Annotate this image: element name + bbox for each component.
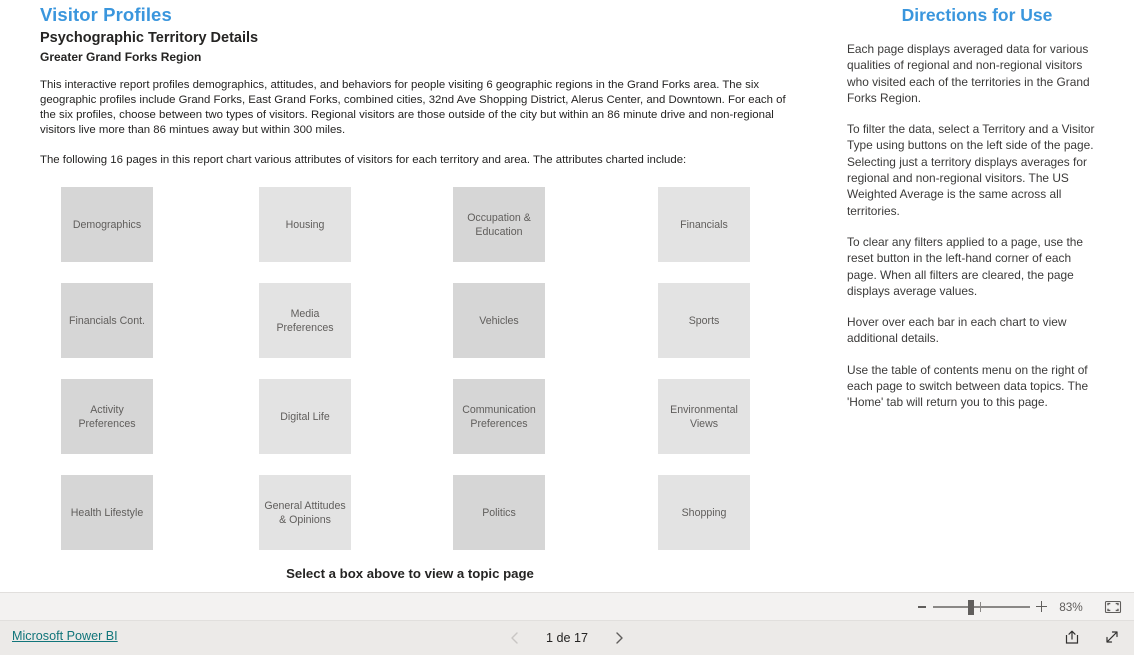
zoom-slider-thumb[interactable] xyxy=(968,599,974,615)
fit-to-page-icon[interactable] xyxy=(1100,596,1126,618)
footer-actions xyxy=(1062,621,1124,655)
topic-tile-row: Demographics Housing Occupation & Education… xyxy=(61,187,751,283)
topic-tile-label: Housing xyxy=(285,218,325,231)
topic-tile-label: Vehicles xyxy=(479,314,519,327)
topic-tile-label: Environmental Views xyxy=(670,403,738,430)
topic-tile-row: Financials Cont. Media Preferences Vehicles… xyxy=(61,283,751,379)
zoom-controls: 83% xyxy=(913,593,1126,621)
topic-tile-demographics[interactable]: Demographics xyxy=(61,187,153,262)
topic-tile-financials-cont[interactable]: Financials Cont. xyxy=(61,283,153,358)
topic-tile-environmental-views[interactable]: Environmental Views xyxy=(658,379,750,454)
directions-paragraph-5: Use the table of contents menu on the ri… xyxy=(847,362,1089,410)
topic-tile-label: Sports xyxy=(688,314,720,327)
topic-tile-label: Shopping xyxy=(681,506,727,519)
topic-tile-politics[interactable]: Politics xyxy=(453,475,545,550)
topic-tile-health-lifestyle[interactable]: Health Lifestyle xyxy=(61,475,153,550)
page-indicator: 1 de 17 xyxy=(545,631,589,645)
zoom-slider[interactable] xyxy=(933,595,1030,619)
topic-tile-label: Digital Life xyxy=(280,410,330,423)
page-subtitle: Psychographic Territory Details xyxy=(40,30,259,46)
topic-tile-label: Communication Preferences xyxy=(462,403,536,430)
directions-body: Each page displays averaged data for var… xyxy=(847,41,1099,411)
topic-tile-label: Financials Cont. xyxy=(69,314,145,327)
zoom-slider-track xyxy=(933,606,1030,608)
select-a-box-hint: Select a box above to view a topic page xyxy=(286,566,534,581)
topic-tile-label: Politics xyxy=(482,506,516,519)
intro-paragraph-1: This interactive report profiles demogra… xyxy=(40,79,786,137)
plus-icon[interactable] xyxy=(1032,595,1050,619)
topic-tile-grid: Demographics Housing Occupation & Education… xyxy=(61,187,751,571)
report-footer: Microsoft Power BI 1 de 17 xyxy=(0,621,1134,655)
minus-icon[interactable] xyxy=(913,595,931,619)
topic-tile-vehicles[interactable]: Vehicles xyxy=(453,283,545,358)
topic-tile-digital-life[interactable]: Digital Life xyxy=(259,379,351,454)
topic-tile-label: Demographics xyxy=(72,218,142,231)
topic-tile-label: Health Lifestyle xyxy=(70,506,144,519)
intro-paragraph-2: The following 16 pages in this report ch… xyxy=(40,154,687,167)
directions-paragraph-1: Each page displays averaged data for var… xyxy=(847,42,1090,105)
topic-tile-shopping[interactable]: Shopping xyxy=(658,475,750,550)
directions-paragraph-2: To filter the data, select a Territory a… xyxy=(847,122,1095,218)
report-main-column: Visitor Profiles Psychographic Territory… xyxy=(0,0,820,592)
directions-title: Directions for Use xyxy=(901,5,1053,25)
topic-tile-label: Activity Preferences xyxy=(78,403,136,430)
topic-tile-housing[interactable]: Housing xyxy=(259,187,351,262)
directions-paragraph-3: To clear any filters applied to a page, … xyxy=(847,234,1083,298)
topic-tile-activity-preferences[interactable]: Activity Preferences xyxy=(61,379,153,454)
topic-tile-communication-preferences[interactable]: Communication Preferences xyxy=(453,379,545,454)
topic-tile-label: General Attitudes & Opinions xyxy=(264,499,346,526)
topic-tile-media-preferences[interactable]: Media Preferences xyxy=(259,283,351,358)
topic-tile-general-attitudes-opinions[interactable]: General Attitudes & Opinions xyxy=(259,475,351,550)
page-title: Visitor Profiles xyxy=(40,4,172,25)
report-canvas: Visitor Profiles Psychographic Territory… xyxy=(0,0,1134,592)
topic-tile-row: Health Lifestyle General Attitudes & Opini… xyxy=(61,475,751,571)
chevron-left-icon[interactable] xyxy=(507,627,523,649)
power-bi-report-viewer: Visitor Profiles Psychographic Territory… xyxy=(0,0,1134,655)
page-navigation: 1 de 17 xyxy=(0,621,1134,655)
topic-tile-row: Activity Preferences Digital Life Communica… xyxy=(61,379,751,475)
topic-tile-label: Occupation & Education xyxy=(467,211,531,238)
directions-panel: Directions for Use Each page displays av… xyxy=(820,0,1134,592)
zoom-status-bar: 83% xyxy=(0,592,1134,621)
directions-paragraph-4: Hover over each bar in each chart to vie… xyxy=(847,315,1067,346)
topic-tile-sports[interactable]: Sports xyxy=(658,283,750,358)
topic-tile-label: Financials xyxy=(680,218,728,231)
page-region-label: Greater Grand Forks Region xyxy=(40,50,202,64)
chevron-right-icon[interactable] xyxy=(611,627,627,649)
topic-tile-occupation-education[interactable]: Occupation & Education xyxy=(453,187,545,262)
microsoft-power-bi-link[interactable]: Microsoft Power BI xyxy=(12,629,118,643)
topic-tile-label: Media Preferences xyxy=(276,307,334,334)
intro-text-block: This interactive report profiles demogra… xyxy=(40,78,795,168)
zoom-slider-notch xyxy=(980,602,982,612)
zoom-percent-label: 83% xyxy=(1059,600,1083,614)
share-icon[interactable] xyxy=(1062,627,1084,649)
topic-tile-financials[interactable]: Financials xyxy=(658,187,750,262)
fullscreen-icon[interactable] xyxy=(1102,627,1124,649)
